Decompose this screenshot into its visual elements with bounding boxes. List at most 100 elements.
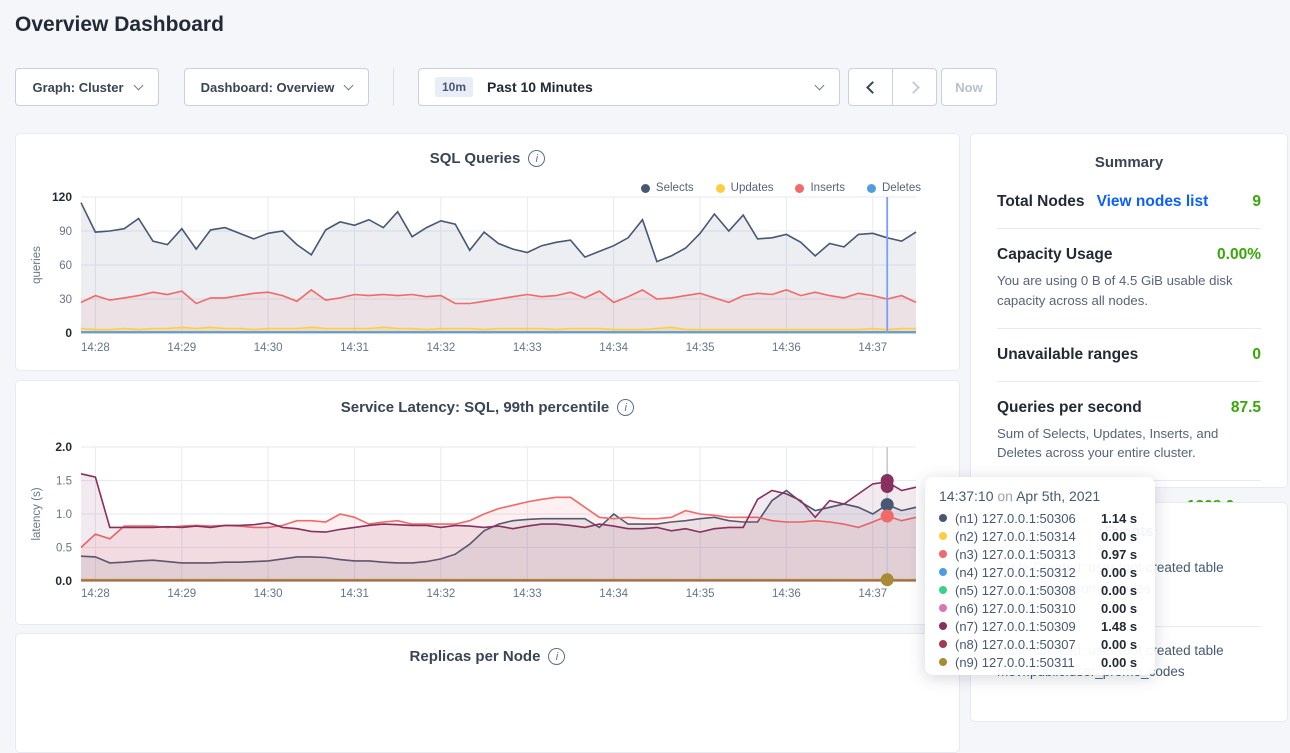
x-tick-label: 14:36 bbox=[772, 588, 801, 600]
unavailable-ranges-label: Unavailable ranges bbox=[997, 346, 1138, 364]
replicas-card: Replicas per Node i bbox=[15, 633, 960, 753]
total-nodes-label: Total Nodes bbox=[997, 193, 1085, 211]
tooltip-node-label: (n6) 127.0.0.1:50310 bbox=[955, 601, 1101, 616]
latency-chart[interactable]: 14:2814:2914:3014:3114:3214:3314:3414:35… bbox=[16, 439, 961, 611]
now-button[interactable]: Now bbox=[941, 68, 997, 106]
x-tick-label: 14:33 bbox=[513, 588, 542, 600]
tooltip-node-label: (n2) 127.0.0.1:50314 bbox=[955, 529, 1101, 544]
hover-dot bbox=[881, 510, 894, 523]
info-icon[interactable]: i bbox=[548, 648, 565, 665]
summary-total-nodes: Total Nodes View nodes list 9 bbox=[997, 185, 1261, 229]
time-range-label: Past 10 Minutes bbox=[487, 79, 593, 95]
node-color-dot-icon bbox=[939, 532, 947, 540]
toolbar-divider bbox=[393, 68, 394, 106]
x-tick-label: 14:34 bbox=[599, 588, 628, 600]
view-nodes-list-link[interactable]: View nodes list bbox=[1097, 193, 1209, 211]
hover-dot bbox=[881, 498, 894, 511]
summary-capacity: Capacity Usage 0.00% You are using 0 B o… bbox=[997, 229, 1261, 329]
tooltip-row: (n5) 127.0.0.1:503080.00 s bbox=[939, 581, 1141, 599]
time-range-chip: 10m bbox=[435, 77, 473, 97]
x-tick-label: 14:30 bbox=[254, 588, 283, 600]
tooltip-node-value: 0.00 s bbox=[1101, 601, 1137, 616]
y-axis-label: queries bbox=[31, 246, 43, 284]
tooltip-node-value: 0.00 s bbox=[1101, 565, 1137, 580]
x-tick-label: 14:31 bbox=[340, 342, 369, 354]
x-tick-label: 14:34 bbox=[599, 342, 628, 354]
y-tick-label: 1.0 bbox=[56, 509, 72, 521]
tooltip-row: (n1) 127.0.0.1:503061.14 s bbox=[939, 509, 1141, 527]
tooltip-node-label: (n7) 127.0.0.1:50309 bbox=[955, 619, 1101, 634]
summary-qps: Queries per second 87.5 Sum of Selects, … bbox=[997, 382, 1261, 482]
info-icon[interactable]: i bbox=[528, 150, 545, 167]
x-tick-label: 14:28 bbox=[81, 342, 110, 354]
dashboard-dropdown[interactable]: Dashboard: Overview bbox=[184, 68, 369, 106]
x-tick-label: 14:36 bbox=[772, 342, 801, 354]
y-tick-label: 1.5 bbox=[56, 476, 72, 488]
tooltip-row: (n6) 127.0.0.1:503100.00 s bbox=[939, 599, 1141, 617]
time-range-picker[interactable]: 10m Past 10 Minutes bbox=[418, 68, 840, 106]
tooltip-rows: (n1) 127.0.0.1:503061.14 s(n2) 127.0.0.1… bbox=[939, 509, 1141, 671]
tooltip-timestamp: 14:37:10 on Apr 5th, 2021 bbox=[939, 488, 1141, 504]
y-axis-label: latency (s) bbox=[31, 487, 43, 540]
node-color-dot-icon bbox=[939, 604, 947, 612]
graph-dropdown[interactable]: Graph: Cluster bbox=[15, 68, 159, 106]
tooltip-node-value: 0.00 s bbox=[1101, 529, 1137, 544]
summary-unavailable-ranges: Unavailable ranges 0 bbox=[997, 329, 1261, 382]
x-tick-label: 14:29 bbox=[167, 342, 196, 354]
time-prev-button[interactable] bbox=[848, 68, 893, 106]
tooltip-node-value: 1.48 s bbox=[1101, 619, 1137, 634]
tooltip-node-label: (n3) 127.0.0.1:50313 bbox=[955, 547, 1101, 562]
x-tick-label: 14:29 bbox=[167, 588, 196, 600]
chevron-down-icon bbox=[133, 80, 143, 90]
tooltip-node-label: (n8) 127.0.0.1:50307 bbox=[955, 637, 1101, 652]
chevron-down-icon bbox=[344, 80, 354, 90]
hover-dot bbox=[881, 573, 894, 586]
arrow-right-icon bbox=[907, 81, 920, 94]
tooltip-node-label: (n1) 127.0.0.1:50306 bbox=[955, 511, 1101, 526]
y-tick-label: 2.0 bbox=[55, 440, 72, 454]
latency-card: Service Latency: SQL, 99th percentile i … bbox=[15, 380, 960, 625]
node-color-dot-icon bbox=[939, 658, 947, 666]
info-icon[interactable]: i bbox=[617, 399, 634, 416]
x-tick-label: 14:35 bbox=[686, 588, 715, 600]
tooltip-row: (n9) 127.0.0.1:503110.00 s bbox=[939, 653, 1141, 671]
latency-title: Service Latency: SQL, 99th percentile bbox=[341, 399, 609, 416]
y-tick-label: 90 bbox=[59, 226, 72, 238]
qps-label: Queries per second bbox=[997, 399, 1142, 417]
tooltip-node-label: (n5) 127.0.0.1:50308 bbox=[955, 583, 1101, 598]
tooltip-node-value: 0.97 s bbox=[1101, 547, 1137, 562]
tooltip-node-value: 0.00 s bbox=[1101, 655, 1137, 670]
tooltip-node-label: (n4) 127.0.0.1:50312 bbox=[955, 565, 1101, 580]
y-tick-label: 0.5 bbox=[56, 543, 72, 555]
total-nodes-value: 9 bbox=[1252, 193, 1261, 211]
tooltip-row: (n2) 127.0.0.1:503140.00 s bbox=[939, 527, 1141, 545]
sql-queries-chart[interactable]: 14:2814:2914:3014:3114:3214:3314:3414:35… bbox=[16, 190, 961, 365]
capacity-label: Capacity Usage bbox=[997, 246, 1112, 264]
x-tick-label: 14:33 bbox=[513, 342, 542, 354]
tooltip-row: (n4) 127.0.0.1:503120.00 s bbox=[939, 563, 1141, 581]
tooltip-row: (n7) 127.0.0.1:503091.48 s bbox=[939, 617, 1141, 635]
x-tick-label: 14:28 bbox=[81, 588, 110, 600]
arrow-left-icon bbox=[866, 81, 879, 94]
qps-desc: Sum of Selects, Updates, Inserts, and De… bbox=[997, 424, 1261, 464]
capacity-desc: You are using 0 B of 4.5 GiB usable disk… bbox=[997, 271, 1261, 311]
dashboard-dropdown-label: Dashboard: Overview bbox=[201, 80, 335, 95]
tooltip-row: (n8) 127.0.0.1:503070.00 s bbox=[939, 635, 1141, 653]
x-tick-label: 14:32 bbox=[427, 588, 456, 600]
tooltip-node-value: 0.00 s bbox=[1101, 583, 1137, 598]
qps-value: 87.5 bbox=[1231, 399, 1261, 417]
sql-queries-card: SQL Queries i SelectsUpdatesInsertsDelet… bbox=[15, 133, 960, 371]
x-tick-label: 14:37 bbox=[858, 588, 887, 600]
capacity-value: 0.00% bbox=[1217, 246, 1261, 264]
node-color-dot-icon bbox=[939, 640, 947, 648]
time-next-button[interactable] bbox=[892, 68, 937, 106]
sql-queries-title: SQL Queries bbox=[430, 150, 521, 167]
y-tick-label: 0 bbox=[65, 326, 72, 340]
graph-dropdown-label: Graph: Cluster bbox=[32, 80, 123, 95]
unavailable-ranges-value: 0 bbox=[1252, 346, 1261, 364]
node-color-dot-icon bbox=[939, 586, 947, 594]
tooltip-node-value: 1.14 s bbox=[1101, 511, 1137, 526]
summary-heading: Summary bbox=[997, 134, 1261, 185]
node-color-dot-icon bbox=[939, 568, 947, 576]
now-button-label: Now bbox=[955, 80, 982, 95]
